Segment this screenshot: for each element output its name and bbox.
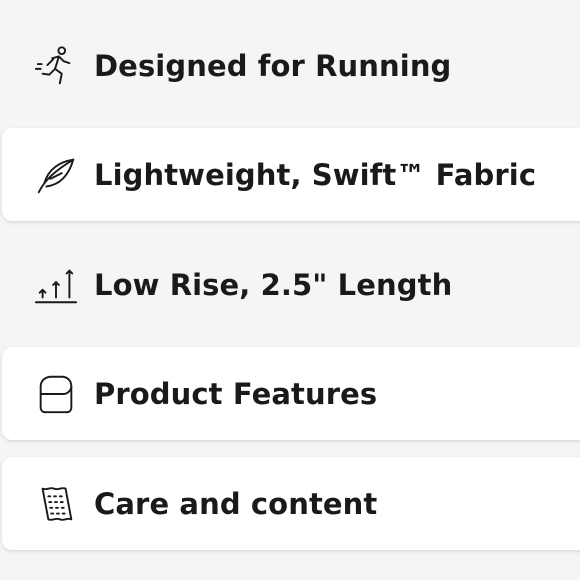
care-and-content-accordion[interactable]: Care and content <box>2 457 580 550</box>
feature-low-rise-length: Low Rise, 2.5" Length <box>2 238 580 331</box>
feature-label: Lightweight, Swift™ Fabric <box>94 157 537 192</box>
feature-label: Designed for Running <box>94 48 452 83</box>
feature-label: Product Features <box>94 376 378 411</box>
feature-designed-for-running: Designed for Running <box>2 19 580 112</box>
feature-label: Care and content <box>94 486 378 521</box>
product-feature-list: Designed for Running Lightweight, Swift™… <box>0 0 580 580</box>
pocket-icon <box>32 370 80 418</box>
feature-label: Low Rise, 2.5" Length <box>94 267 453 302</box>
running-person-icon <box>32 42 80 90</box>
feather-icon <box>32 151 80 199</box>
fabric-tag-icon <box>32 480 80 528</box>
rise-arrows-icon <box>32 261 80 309</box>
feature-lightweight-fabric[interactable]: Lightweight, Swift™ Fabric <box>2 128 580 221</box>
product-features-accordion[interactable]: Product Features <box>2 347 580 440</box>
